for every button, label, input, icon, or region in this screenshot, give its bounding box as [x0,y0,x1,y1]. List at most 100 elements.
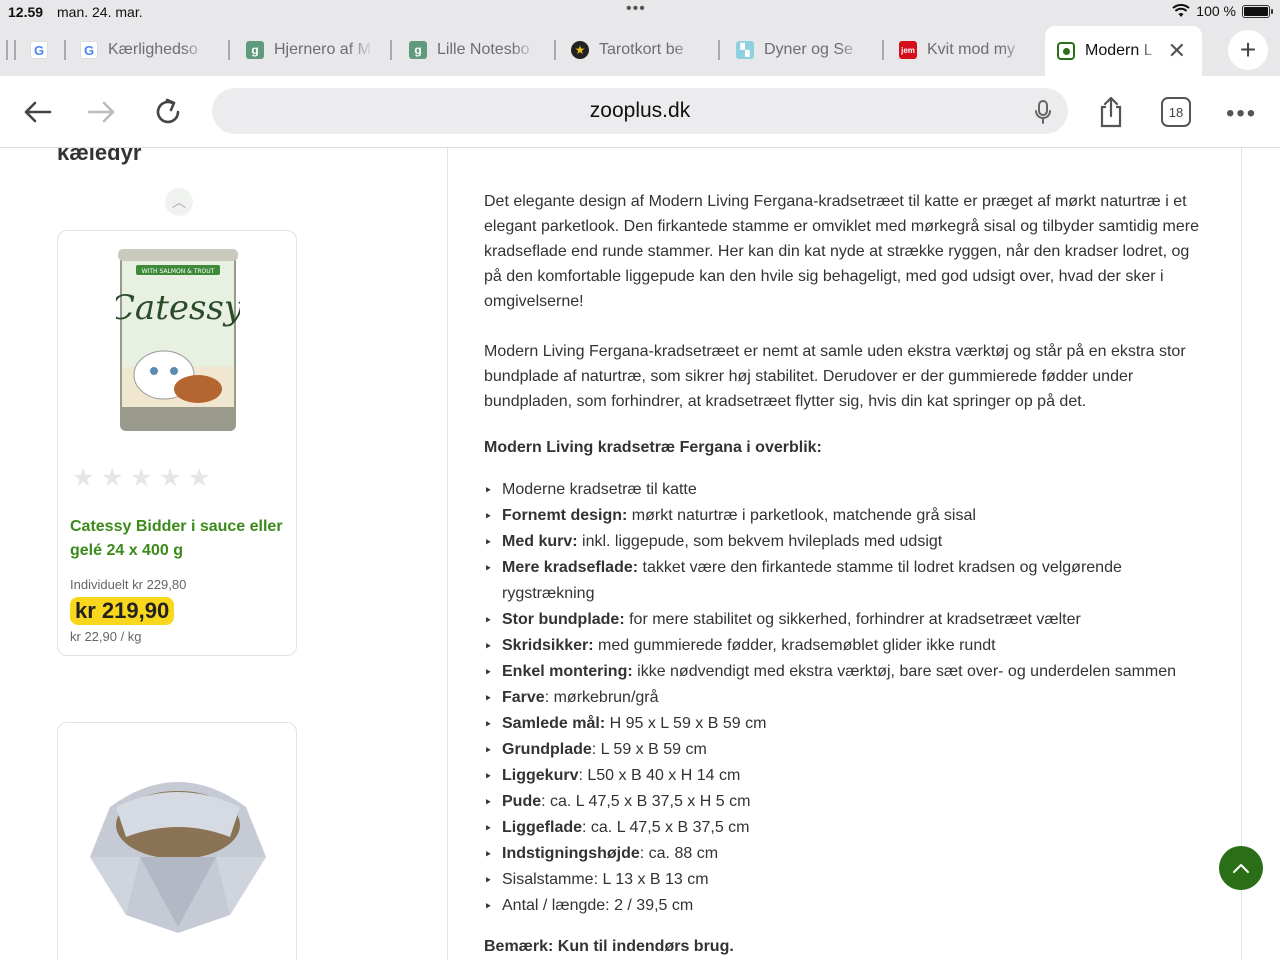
address-bar[interactable]: zooplus.dk [212,88,1068,134]
tab-separator [718,40,720,60]
feature-text: : L50 x B 40 x H 14 cm [578,767,741,784]
battery-percent: 100 % [1196,3,1236,19]
feature-text: med gummierede fødder, kradsemøblet glid… [593,637,996,654]
reload-button[interactable] [148,92,188,132]
list-item: Moderne kradsetræ til katte [484,477,1214,503]
list-item: Skridsikker: med gummierede fødder, krad… [484,633,1214,659]
feature-term: Grundplade [502,741,592,758]
tab-separator [390,40,392,60]
browser-chrome: 12.59 man. 24. mar. ••• 100 % G G Kærlig… [0,0,1280,148]
product-description-panel: Det elegante design af Modern Living Fer… [447,148,1242,960]
tab-label: Modern L [1085,42,1153,59]
list-item: Farve: mørkebrun/grå [484,685,1214,711]
new-tab-button[interactable]: + [1228,30,1268,70]
tab-separator [882,40,884,60]
list-item: Indstigningshøjde: ca. 88 cm [484,841,1214,867]
tab-modern-living[interactable]: Modern L ✕ [1045,26,1202,76]
tab-label: Hjernero af M [274,41,371,58]
unit-price: kr 22,90 / kg [70,629,142,644]
sale-price: kr 219,90 [70,597,175,625]
sidebar-heading: kæledyr [57,148,142,165]
close-tab-icon[interactable]: ✕ [1168,38,1186,64]
product-card[interactable] [57,722,297,960]
list-item: Liggekurv: L50 x B 40 x H 14 cm [484,763,1214,789]
tab-notesbog[interactable]: g Lille Notesbo [409,26,549,74]
feature-text: ikke nødvendigt med ekstra værktøj, bare… [632,663,1177,680]
feature-list: Moderne kradsetræ til katte Fornemt desi… [484,477,1214,919]
tab-separator [6,40,8,60]
tab-label: Lille Notesbo [437,41,530,58]
tab-dyner[interactable]: ▚ Dyner og Se [736,26,876,74]
zooplus-icon [1057,42,1075,60]
tab-label: Dyner og Se [764,41,853,58]
jem-icon: jem [899,41,917,59]
tab-tarotkort[interactable]: ★ Tarotkort be [571,26,711,74]
share-button[interactable] [1091,92,1131,132]
list-item: Grundplade: L 59 x B 59 cm [484,737,1214,763]
url-text: zooplus.dk [589,99,691,122]
feature-text: : ca. L 47,5 x B 37,5 cm [582,819,750,836]
product-image[interactable] [80,747,276,947]
feature-text: Antal / længde: 2 / 39,5 cm [502,897,694,914]
chevron-up-icon: ︿ [172,194,186,210]
product-image[interactable]: WITH SALMON & TROUT Catessy [109,247,244,437]
tab-google-1[interactable]: G [30,26,56,74]
status-indicators: 100 % [1172,3,1273,19]
star-icon: ★ [159,464,182,492]
feature-term: Liggekurv [502,767,579,784]
feature-term: Liggeflade [502,819,583,836]
back-to-top-button[interactable] [1219,846,1263,890]
jysk-icon: ▚ [736,41,754,59]
indoor-use-note: Bemærk: Kun til indendørs brug. [484,938,734,955]
feature-text: mørkt naturtræ i parketlook, matchende g… [627,507,976,524]
page-content: kæledyr ︿ WITH SALMON & TROUT Catessy ★ … [0,148,1280,960]
feature-term: Stor bundplade: [502,611,625,628]
tab-separator [14,40,16,60]
feature-text: H 95 x L 59 x B 59 cm [605,715,767,732]
share-icon [1100,96,1122,128]
tab-overview-button[interactable]: 18 [1161,97,1191,127]
description-paragraph: Det elegante design af Modern Living Fer… [484,193,1199,310]
multitask-dots-icon[interactable]: ••• [626,0,646,18]
plus-icon: + [1239,34,1257,65]
wifi-icon [1172,4,1190,17]
list-item: Enkel montering: ikke nødvendigt med eks… [484,659,1214,685]
list-item: Samlede mål: H 95 x L 59 x B 59 cm [484,711,1214,737]
forward-button[interactable] [82,92,122,132]
product-name-link[interactable]: Catessy Bidder i sauce eller gelé 24 x 4… [70,515,290,563]
feature-term: Indstigningshøjde [502,845,640,862]
list-item: Liggeflade: ca. L 47,5 x B 37,5 cm [484,815,1214,841]
feature-text: for mere stabilitet og sikkerhed, forhin… [624,611,1081,628]
can-top-label: WITH SALMON & TROUT [142,268,215,275]
list-item: Med kurv: inkl. liggepude, som bekvem hv… [484,529,1214,555]
feature-term: Fornemt design: [502,507,628,524]
star-icon: ★ [130,464,153,492]
list-item: Mere kradseflade: takket være den firkan… [484,555,1214,607]
feature-text: Sisalstamme: L 13 x B 13 cm [502,871,709,888]
list-item: Pude: ca. L 47,5 x B 37,5 x H 5 cm [484,789,1214,815]
tab-kvit[interactable]: jem Kvit mod my [899,26,1039,74]
feature-term: Pude [502,793,542,810]
tab-label: Kvit mod my [927,41,1016,58]
carousel-up-button[interactable]: ︿ [165,188,193,216]
reload-icon [156,98,180,124]
google-icon: G [30,41,48,59]
g-tile-icon: g [409,41,427,59]
list-item: Stor bundplade: for mere stabilitet og s… [484,607,1214,633]
felt-basket-image [90,782,266,933]
more-options-icon[interactable]: ••• [1226,100,1257,128]
tab-hjernero[interactable]: g Hjernero af M [246,26,386,74]
tab-separator [64,40,66,60]
tab-google-2[interactable]: G Kærlighedso [80,26,220,74]
feature-text: : ca. L 47,5 x B 37,5 x H 5 cm [541,793,751,810]
back-button[interactable] [17,92,57,132]
product-card[interactable]: WITH SALMON & TROUT Catessy ★ ★ ★ ★ ★ Ca… [57,230,297,656]
tab-bar: G G Kærlighedso g Hjernero af M g Lille … [0,26,1280,76]
feature-term: Mere kradseflade: [502,559,639,576]
list-item: Fornemt design: mørkt naturtræ i parketl… [484,503,1214,529]
microphone-icon[interactable] [1034,99,1052,125]
feature-text: : L 59 x B 59 cm [591,741,707,758]
description-paragraph: Modern Living Fergana-kradsetræet er nem… [484,343,1186,410]
star-icon: ★ [188,464,211,492]
feature-term: Samlede mål: [502,715,606,732]
